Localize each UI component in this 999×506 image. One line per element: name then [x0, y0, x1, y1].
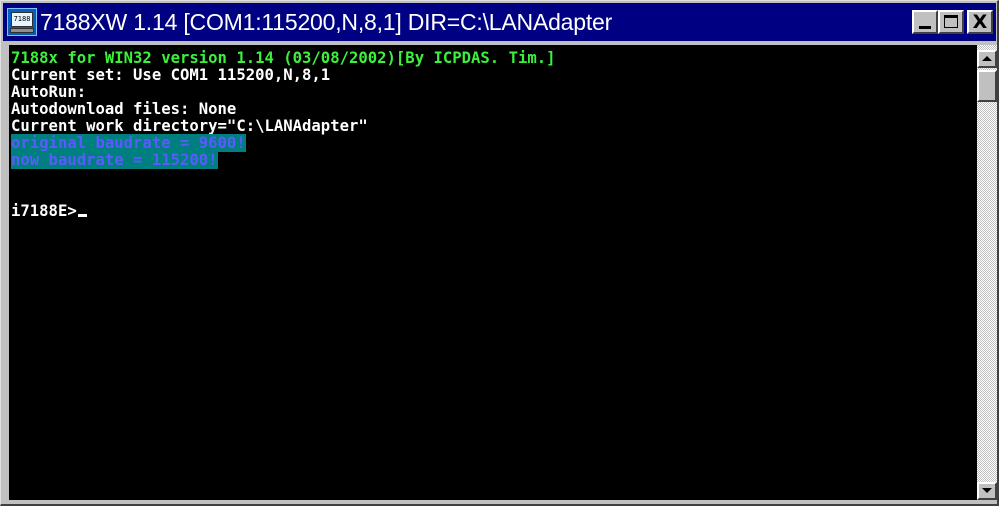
minimize-icon	[919, 26, 931, 29]
console-line-autodownload: Autodownload files: None	[11, 100, 237, 118]
scroll-thumb[interactable]	[977, 70, 997, 102]
window-controls: X	[912, 10, 993, 34]
console-line-blank-1	[11, 169, 977, 186]
selected-text-now-baudrate[interactable]: now baudrate = 115200!	[11, 151, 218, 169]
window-title: 7188XW 1.14 [COM1:115200,N,8,1] DIR=C:\L…	[40, 8, 613, 35]
vertical-scrollbar[interactable]	[977, 45, 997, 500]
maximize-button[interactable]	[938, 10, 964, 34]
console-line-current-set: Current set: Use COM1 115200,N,8,1	[11, 66, 331, 84]
console-window: 7188 7188XW 1.14 [COM1:115200,N,8,1] DIR…	[0, 0, 999, 506]
console-line-version: 7188x for WIN32 version 1.14 (03/08/2002…	[11, 49, 556, 67]
console-line-work-directory: Current work directory="C:\LANAdapter"	[11, 117, 368, 135]
console-line-original-baudrate: original baudrate = 9600!	[11, 134, 977, 152]
scroll-down-arrow-icon	[982, 488, 992, 493]
app-icon-label: 7188	[11, 12, 33, 27]
console-output[interactable]: 7188x for WIN32 version 1.14 (03/08/2002…	[9, 45, 977, 500]
app-icon-base	[10, 28, 34, 33]
close-button[interactable]: X	[967, 10, 993, 34]
title-bar[interactable]: 7188 7188XW 1.14 [COM1:115200,N,8,1] DIR…	[3, 3, 996, 41]
close-icon: X	[972, 11, 988, 33]
console-prompt-line: i7188E>	[11, 203, 977, 220]
scroll-down-button[interactable]	[977, 482, 997, 500]
console-prompt: i7188E>	[11, 202, 77, 220]
maximize-icon	[944, 15, 958, 28]
scroll-up-button[interactable]	[977, 50, 997, 68]
console-line-now-baudrate: now baudrate = 115200!	[11, 151, 977, 169]
minimize-button[interactable]	[912, 10, 938, 34]
selected-text-original-baudrate[interactable]: original baudrate = 9600!	[11, 134, 246, 152]
text-cursor	[77, 214, 87, 217]
app-terminal-icon[interactable]: 7188	[7, 8, 37, 36]
console-line-autorun: AutoRun:	[11, 83, 87, 101]
console-line-blank-2	[11, 186, 977, 203]
scroll-up-arrow-icon	[982, 56, 992, 61]
